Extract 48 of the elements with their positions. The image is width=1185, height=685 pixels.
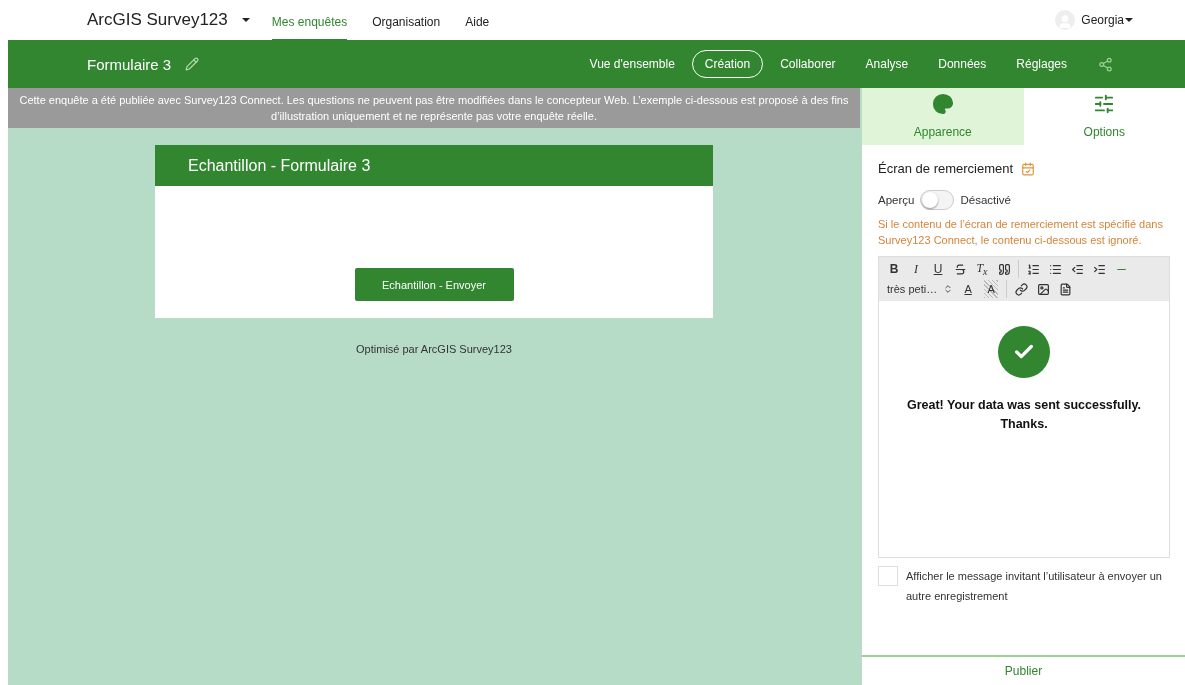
bg-color-button[interactable]: A xyxy=(984,280,999,298)
warning-text: Si le contenu de l’écran de remerciement est spécifié dans Survey123 Connect, le contenu ci-dessous est ignoré. xyxy=(878,217,1164,248)
numbered-list-icon[interactable] xyxy=(1026,262,1040,276)
design-tab[interactable]: Réglages xyxy=(1003,50,1080,78)
success-message: Great! Your data was sent successfully. Thanks. xyxy=(905,397,1143,433)
quote-icon[interactable] xyxy=(997,262,1011,276)
outdent-icon[interactable] xyxy=(1070,262,1084,276)
notice-banner: Cette enquête a été publiée avec Survey123 Connect. Les questions ne peuvent pas être modifiées dans le concepteur Web. L’exemple ci-dessous est proposé à des fins d’illustration uniquement et ne représente pas votre enquête réelle. xyxy=(8,88,860,128)
panel-tab[interactable]: Apparence xyxy=(862,88,1024,145)
form-title: Echantillon - Formulaire 3 xyxy=(188,156,371,175)
powered-by-text: Optimisé par ArcGIS Survey123 xyxy=(356,343,512,355)
palette-icon xyxy=(931,93,954,115)
stepper-icon xyxy=(943,284,954,294)
design-tab[interactable]: Analyse xyxy=(852,50,922,78)
link-icon[interactable] xyxy=(1014,282,1028,296)
clear-button[interactable]: T$_{x}$ xyxy=(972,260,992,278)
success-check-icon xyxy=(998,326,1050,378)
size-button[interactable]: très peti… xyxy=(884,280,957,298)
indent-icon[interactable] xyxy=(1092,262,1106,276)
design-tab[interactable]: Données xyxy=(925,50,1000,78)
caret-icon[interactable] xyxy=(241,18,250,22)
preview-state: Désactivé xyxy=(960,194,1011,206)
share-icon[interactable] xyxy=(1098,56,1113,72)
nav-tab[interactable]: Organisation xyxy=(372,3,441,41)
bullet-list-icon[interactable] xyxy=(1048,262,1062,276)
preview-label: Aperçu xyxy=(878,194,915,206)
italic-button[interactable]: I xyxy=(906,260,926,278)
rich-text-editor[interactable]: B I U T$_{x}$ très peti… A A Great! Your data was sent successfully. Thanks. xyxy=(878,256,1170,558)
underline-button[interactable]: U xyxy=(928,260,948,278)
preview-toggle[interactable] xyxy=(920,190,955,210)
app-title: ArcGIS Survey123 xyxy=(87,10,228,30)
font-color-button[interactable]: A xyxy=(958,280,979,298)
sliders-icon xyxy=(1093,93,1116,115)
submit-button[interactable]: Echantillon - Envoyer xyxy=(354,268,514,301)
checkbox-label: Afficher le message invitant l’utilisateur à envoyer un autre enregistrement xyxy=(906,569,1163,604)
user-menu[interactable]: Georgia xyxy=(1081,13,1133,27)
nav-tab[interactable]: Aide xyxy=(465,3,490,41)
design-tab[interactable]: Collaborer xyxy=(767,50,849,78)
section-title: Écran de remerciement xyxy=(878,161,1014,176)
document-icon[interactable] xyxy=(1058,282,1072,296)
survey-title: Formulaire 3 xyxy=(87,55,172,73)
checkbox[interactable] xyxy=(878,566,898,586)
strikethrough-icon[interactable] xyxy=(953,262,967,276)
image-icon[interactable] xyxy=(1036,282,1050,296)
bold-button[interactable]: B xyxy=(884,260,904,278)
calendar-check-icon[interactable] xyxy=(1021,161,1036,176)
pencil-icon[interactable] xyxy=(185,57,200,71)
design-tab[interactable]: Vue d'ensemble xyxy=(576,50,688,78)
